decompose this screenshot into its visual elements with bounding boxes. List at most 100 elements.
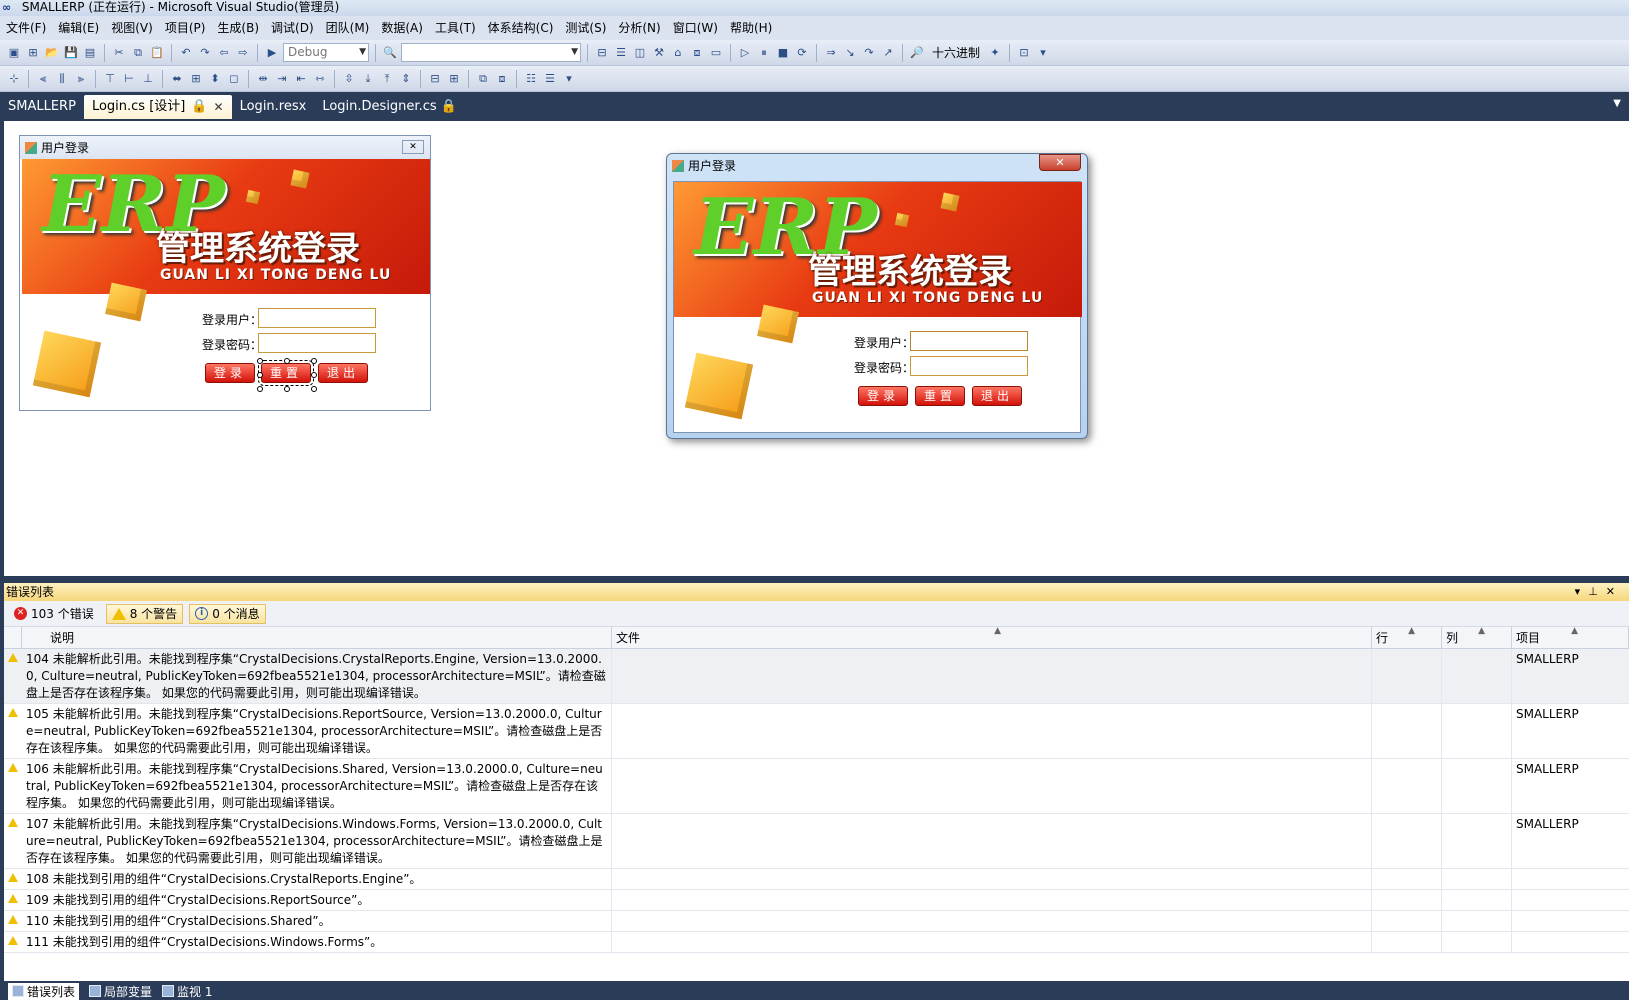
tab-error-list[interactable]: 错误列表 <box>8 982 80 1000</box>
hexadecimal-toggle[interactable]: 十六进制 <box>928 44 984 61</box>
menu-data[interactable]: 数据(A) <box>375 16 429 40</box>
running-login-window[interactable]: 用户登录 ✕ ERP 管理系统登录 GUAN LI XI TONG DENG L… <box>666 153 1088 439</box>
menu-build[interactable]: 生成(B) <box>211 16 265 40</box>
table-row[interactable]: 107 未能解析此引用。未能找到程序集“CrystalDecisions.Win… <box>4 814 1629 869</box>
menu-window[interactable]: 窗口(W) <box>667 16 724 40</box>
close-icon[interactable]: ✕ <box>402 140 424 154</box>
username-input[interactable] <box>258 308 376 328</box>
paste-icon[interactable]: 📋 <box>149 45 165 61</box>
save-all-icon[interactable]: ▤ <box>82 45 98 61</box>
resize-handle[interactable] <box>311 386 317 392</box>
password-input[interactable] <box>258 333 376 353</box>
designer-login-form[interactable]: 用户登录 ✕ ERP 管理系统登录 GUAN LI XI TONG DENG L… <box>19 135 431 411</box>
close-icon[interactable]: ✕ <box>1039 154 1081 171</box>
chevron-down-icon[interactable]: ▾ <box>1035 45 1051 61</box>
properties-icon[interactable]: ☰ <box>613 45 629 61</box>
quick-watch-icon[interactable]: 🔎 <box>909 45 925 61</box>
menu-team[interactable]: 团队(M) <box>320 16 376 40</box>
save-icon[interactable]: 💾 <box>63 45 79 61</box>
new-project-icon[interactable]: ▣ <box>6 45 22 61</box>
lock-controls-icon[interactable]: ☰ <box>542 71 558 87</box>
tab-watch-1[interactable]: 监视 1 <box>162 983 212 1000</box>
start-debug-icon[interactable]: ▶ <box>264 45 280 61</box>
messages-filter-button[interactable]: i0 个消息 <box>189 603 266 624</box>
column-header-file[interactable]: 文件 ▲ <box>612 626 1372 648</box>
reset-button[interactable]: 重置 <box>915 386 965 406</box>
breakpoints-icon[interactable]: ✦ <box>987 45 1003 61</box>
menu-tools[interactable]: 工具(T) <box>429 16 482 40</box>
horizontal-spacing-equal-icon[interactable]: ⇹ <box>255 71 271 87</box>
tab-login-designer-cs[interactable]: Login.Designer.cs 🔒 <box>314 95 465 119</box>
tab-smallerp[interactable]: SMALLERP <box>0 95 84 119</box>
redo-icon[interactable]: ↷ <box>197 45 213 61</box>
column-header-description[interactable]: 说明 <box>22 627 612 648</box>
align-centers-icon[interactable]: ⫼ <box>54 71 70 87</box>
solution-explorer-icon[interactable]: ⊟ <box>594 45 610 61</box>
table-row[interactable]: 105 未能解析此引用。未能找到程序集“CrystalDecisions.Rep… <box>4 704 1629 759</box>
step-out-icon[interactable]: ↗ <box>880 45 896 61</box>
resize-handle[interactable] <box>284 358 290 364</box>
menu-edit[interactable]: 编辑(E) <box>52 16 105 40</box>
remove-vertical-spacing-icon[interactable]: ⇕ <box>398 71 414 87</box>
column-header-project[interactable]: 项目 ▲ <box>1512 626 1629 648</box>
stop-debug-icon[interactable]: ■ <box>775 45 791 61</box>
align-bottoms-icon[interactable]: ⊥ <box>140 71 156 87</box>
tab-locals[interactable]: 局部变量 <box>89 983 152 1000</box>
break-all-icon[interactable]: ⏸ <box>756 45 772 61</box>
table-row[interactable]: 109 未能找到引用的组件“CrystalDecisions.ReportSou… <box>4 890 1629 911</box>
resize-handle[interactable] <box>311 372 317 378</box>
size-to-grid-icon[interactable]: ⊞ <box>188 71 204 87</box>
reset-button[interactable]: 重置 <box>258 360 314 386</box>
align-middles-icon[interactable]: ⊢ <box>121 71 137 87</box>
center-vertically-icon[interactable]: ⊞ <box>446 71 462 87</box>
menu-view[interactable]: 视图(V) <box>105 16 159 40</box>
navigate-back-icon[interactable]: ⇦ <box>216 45 232 61</box>
make-same-size-icon[interactable]: ◻ <box>226 71 242 87</box>
step-over-icon[interactable]: ↷ <box>861 45 877 61</box>
menu-project[interactable]: 项目(P) <box>159 16 212 40</box>
pin-icon[interactable]: ⊥ <box>1588 585 1606 598</box>
table-row[interactable]: 108 未能找到引用的组件“CrystalDecisions.CrystalRe… <box>4 869 1629 890</box>
copy-icon[interactable]: ⧉ <box>130 45 146 61</box>
navigate-forward-icon[interactable]: ⇨ <box>235 45 251 61</box>
extension-manager-icon[interactable]: ⧈ <box>689 45 705 61</box>
chevron-down-icon[interactable]: ▼ <box>1613 98 1621 109</box>
menu-analyze[interactable]: 分析(N) <box>612 16 666 40</box>
tab-order-icon[interactable]: ☷ <box>523 71 539 87</box>
errors-filter-button[interactable]: ✕ 103 个错误 <box>8 604 100 624</box>
undo-icon[interactable]: ↶ <box>178 45 194 61</box>
column-header-line[interactable]: 行 ▲ <box>1372 626 1442 648</box>
vertical-spacing-equal-icon[interactable]: ⇳ <box>341 71 357 87</box>
table-row[interactable]: 110 未能找到引用的组件“CrystalDecisions.Shared”。 <box>4 911 1629 932</box>
menu-architecture[interactable]: 体系结构(C) <box>482 16 560 40</box>
step-into-icon[interactable]: ↘ <box>842 45 858 61</box>
table-row[interactable]: 111 未能找到引用的组件“CrystalDecisions.Windows.F… <box>4 932 1629 953</box>
chevron-down-icon[interactable]: ▾ <box>1575 585 1589 598</box>
decrease-vertical-spacing-icon[interactable]: ⤒ <box>379 71 395 87</box>
login-button[interactable]: 登录 <box>858 386 908 406</box>
output-window-icon[interactable]: ⊡ <box>1016 45 1032 61</box>
open-file-icon[interactable]: 📂 <box>44 45 60 61</box>
object-browser-icon[interactable]: ◫ <box>632 45 648 61</box>
resize-handle[interactable] <box>311 358 317 364</box>
exit-button[interactable]: 退出 <box>318 363 368 383</box>
close-icon[interactable]: ✕ <box>1606 585 1623 598</box>
username-input[interactable] <box>910 331 1028 351</box>
close-icon[interactable]: ✕ <box>214 95 224 119</box>
find-combo[interactable]: ▼ <box>401 43 581 62</box>
align-rights-icon[interactable]: ⫸ <box>73 71 89 87</box>
menu-test[interactable]: 测试(S) <box>559 16 612 40</box>
align-tops-icon[interactable]: ⊤ <box>102 71 118 87</box>
add-item-icon[interactable]: ⊞ <box>25 45 41 61</box>
tab-login-design[interactable]: Login.cs [设计] 🔒 ✕ <box>83 95 232 119</box>
menu-help[interactable]: 帮助(H) <box>724 16 778 40</box>
resize-handle[interactable] <box>284 386 290 392</box>
warnings-filter-button[interactable]: 8 个警告 <box>105 603 184 624</box>
chevron-down-icon[interactable]: ▾ <box>561 71 577 87</box>
password-input[interactable] <box>910 356 1028 376</box>
resize-handle[interactable] <box>257 386 263 392</box>
align-to-grid-icon[interactable]: ⊹ <box>6 71 22 87</box>
toolbox-icon[interactable]: ⚒ <box>651 45 667 61</box>
menu-file[interactable]: 文件(F) <box>0 16 52 40</box>
restart-icon[interactable]: ⟳ <box>794 45 810 61</box>
